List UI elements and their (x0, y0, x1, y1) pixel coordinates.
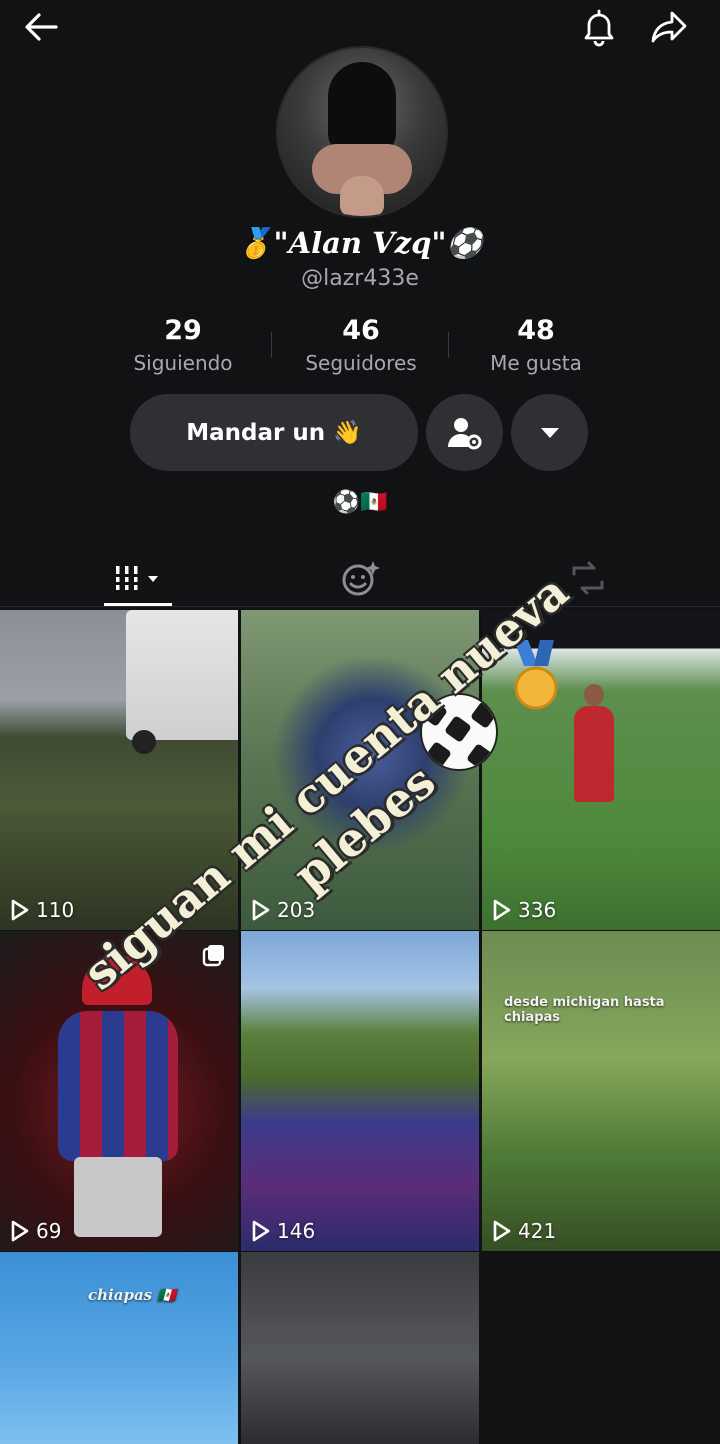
following-count: 29 (164, 315, 202, 346)
kid-pants-shape (74, 1157, 162, 1237)
stat-divider (448, 332, 449, 358)
stat-following[interactable]: 29 Siguiendo (98, 314, 268, 378)
play-icon (11, 899, 29, 921)
bell-icon[interactable] (578, 6, 620, 48)
user-gear-icon (447, 417, 481, 449)
caret-down-icon (540, 427, 559, 438)
friend-settings-button[interactable] (426, 394, 503, 471)
view-count-value: 146 (277, 1219, 316, 1243)
avatar[interactable] (276, 46, 448, 218)
avatar-hood-shape (328, 62, 396, 154)
view-count: 336 (492, 898, 556, 922)
play-icon (252, 1220, 270, 1242)
display-name: 🥇"Alan Vzq"⚽ (237, 226, 483, 260)
wave-button-label: Mandar un 👋 (186, 420, 362, 446)
avatar-face-shape (340, 176, 384, 216)
video-thumbnail[interactable]: 146 (241, 931, 479, 1251)
play-icon (493, 1220, 511, 1242)
back-arrow-icon[interactable] (20, 6, 62, 48)
followers-label: Seguidores (305, 351, 417, 375)
view-count-value: 336 (518, 898, 557, 922)
video-caption: desde michigan hasta chiapas (504, 995, 665, 1025)
video-thumbnail[interactable]: chiapas 🇲🇽 (0, 1252, 238, 1444)
wave-button[interactable]: Mandar un 👋 (130, 394, 418, 471)
truck-shape (126, 610, 238, 754)
view-count-value: 110 (36, 898, 75, 922)
stat-likes[interactable]: 48 Me gusta (451, 314, 621, 378)
likes-count: 48 (517, 315, 555, 346)
following-label: Siguiendo (133, 351, 233, 375)
bio: ⚽🇲🇽 (332, 490, 388, 515)
smile-sparkle-icon (342, 561, 380, 596)
grid-videos-icon (114, 566, 158, 590)
view-count: 146 (251, 1219, 315, 1243)
tab-videos[interactable] (104, 548, 172, 608)
view-count: 110 (10, 898, 74, 922)
stat-followers[interactable]: 46 Seguidores (276, 314, 446, 378)
followers-count: 46 (342, 315, 380, 346)
view-count-value: 69 (36, 1219, 62, 1243)
player-shape (574, 684, 614, 802)
video-caption: chiapas 🇲🇽 (88, 1286, 177, 1304)
stat-divider (271, 332, 272, 358)
more-dropdown-button[interactable] (511, 394, 588, 471)
video-thumbnail[interactable]: desde michigan hasta chiapas 421 (482, 931, 720, 1251)
video-thumbnail[interactable] (241, 1252, 479, 1444)
likes-label: Me gusta (490, 351, 582, 375)
tab-liked[interactable] (332, 548, 388, 608)
username: @lazr433e (301, 266, 419, 291)
play-icon (11, 1220, 29, 1242)
view-count-value: 421 (518, 1219, 557, 1243)
view-count: 421 (492, 1219, 556, 1243)
play-icon (493, 899, 511, 921)
view-count: 69 (10, 1219, 61, 1243)
share-icon[interactable] (648, 6, 690, 48)
